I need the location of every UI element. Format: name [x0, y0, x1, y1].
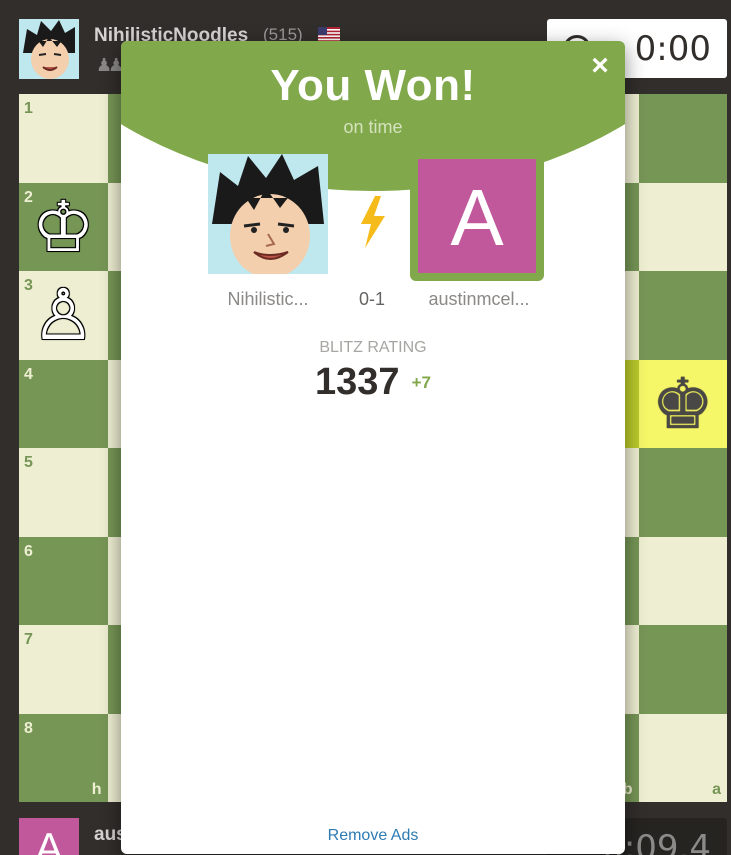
square[interactable]: 1	[19, 94, 108, 183]
modal-title: You Won!	[270, 61, 476, 110]
top-clock-time: 0:00	[634, 29, 711, 69]
rank-label: 6	[24, 542, 33, 560]
loser-avatar-frame[interactable]: A	[410, 151, 544, 281]
square[interactable]	[638, 536, 727, 625]
rating-change: +7	[411, 372, 431, 392]
remove-ads-link[interactable]: Remove Ads	[121, 827, 625, 845]
white-king-piece[interactable]: ♔	[19, 183, 108, 272]
square[interactable]	[638, 625, 727, 714]
bottom-player-avatar[interactable]: A	[19, 818, 79, 855]
rating-label: BLITZ RATING	[319, 339, 427, 356]
square[interactable]: 5	[19, 448, 108, 537]
square[interactable]: 3 ♙	[19, 271, 108, 360]
square[interactable]: 7	[19, 625, 108, 714]
rating-value: 1337	[315, 361, 400, 403]
square[interactable]	[638, 182, 727, 271]
winner-avatar[interactable]	[208, 154, 328, 274]
rank-label: 4	[24, 365, 33, 383]
rank-label: 7	[24, 631, 33, 648]
black-king-piece[interactable]: ♚	[639, 360, 728, 449]
rating-row: 1337 +7	[121, 361, 625, 404]
white-pawn-piece[interactable]: ♙	[19, 271, 108, 360]
square[interactable]: a	[638, 713, 727, 802]
square[interactable]: 6	[19, 536, 108, 625]
game-over-modal: You Won! on time × A Nihilistic... 0-1 a…	[121, 41, 625, 854]
winner-name[interactable]: Nihilistic...	[208, 289, 328, 310]
close-icon[interactable]: ×	[587, 51, 613, 81]
square[interactable]	[638, 94, 727, 183]
rank-label: 1	[24, 100, 33, 117]
top-player-avatar[interactable]	[19, 19, 79, 79]
file-label: a	[712, 781, 721, 798]
lightning-bolt-icon	[357, 196, 387, 248]
square[interactable]: 2 ♔	[19, 182, 108, 272]
us-flag-icon	[318, 27, 340, 42]
game-score: 0-1	[358, 289, 385, 309]
modal-subtitle: on time	[343, 117, 403, 137]
square[interactable]	[638, 448, 727, 537]
modal-header: You Won! on time ×	[121, 41, 625, 191]
square[interactable]: 4	[19, 359, 108, 448]
rank-label: 5	[24, 454, 33, 471]
loser-name[interactable]: austinmcel...	[412, 289, 546, 310]
rank-label: 8	[24, 719, 33, 737]
loser-avatar: A	[418, 159, 536, 273]
square[interactable]	[638, 271, 727, 360]
square-highlighted[interactable]: ♚	[638, 359, 728, 449]
file-label: h	[91, 781, 102, 798]
square[interactable]: 8h	[19, 713, 108, 802]
